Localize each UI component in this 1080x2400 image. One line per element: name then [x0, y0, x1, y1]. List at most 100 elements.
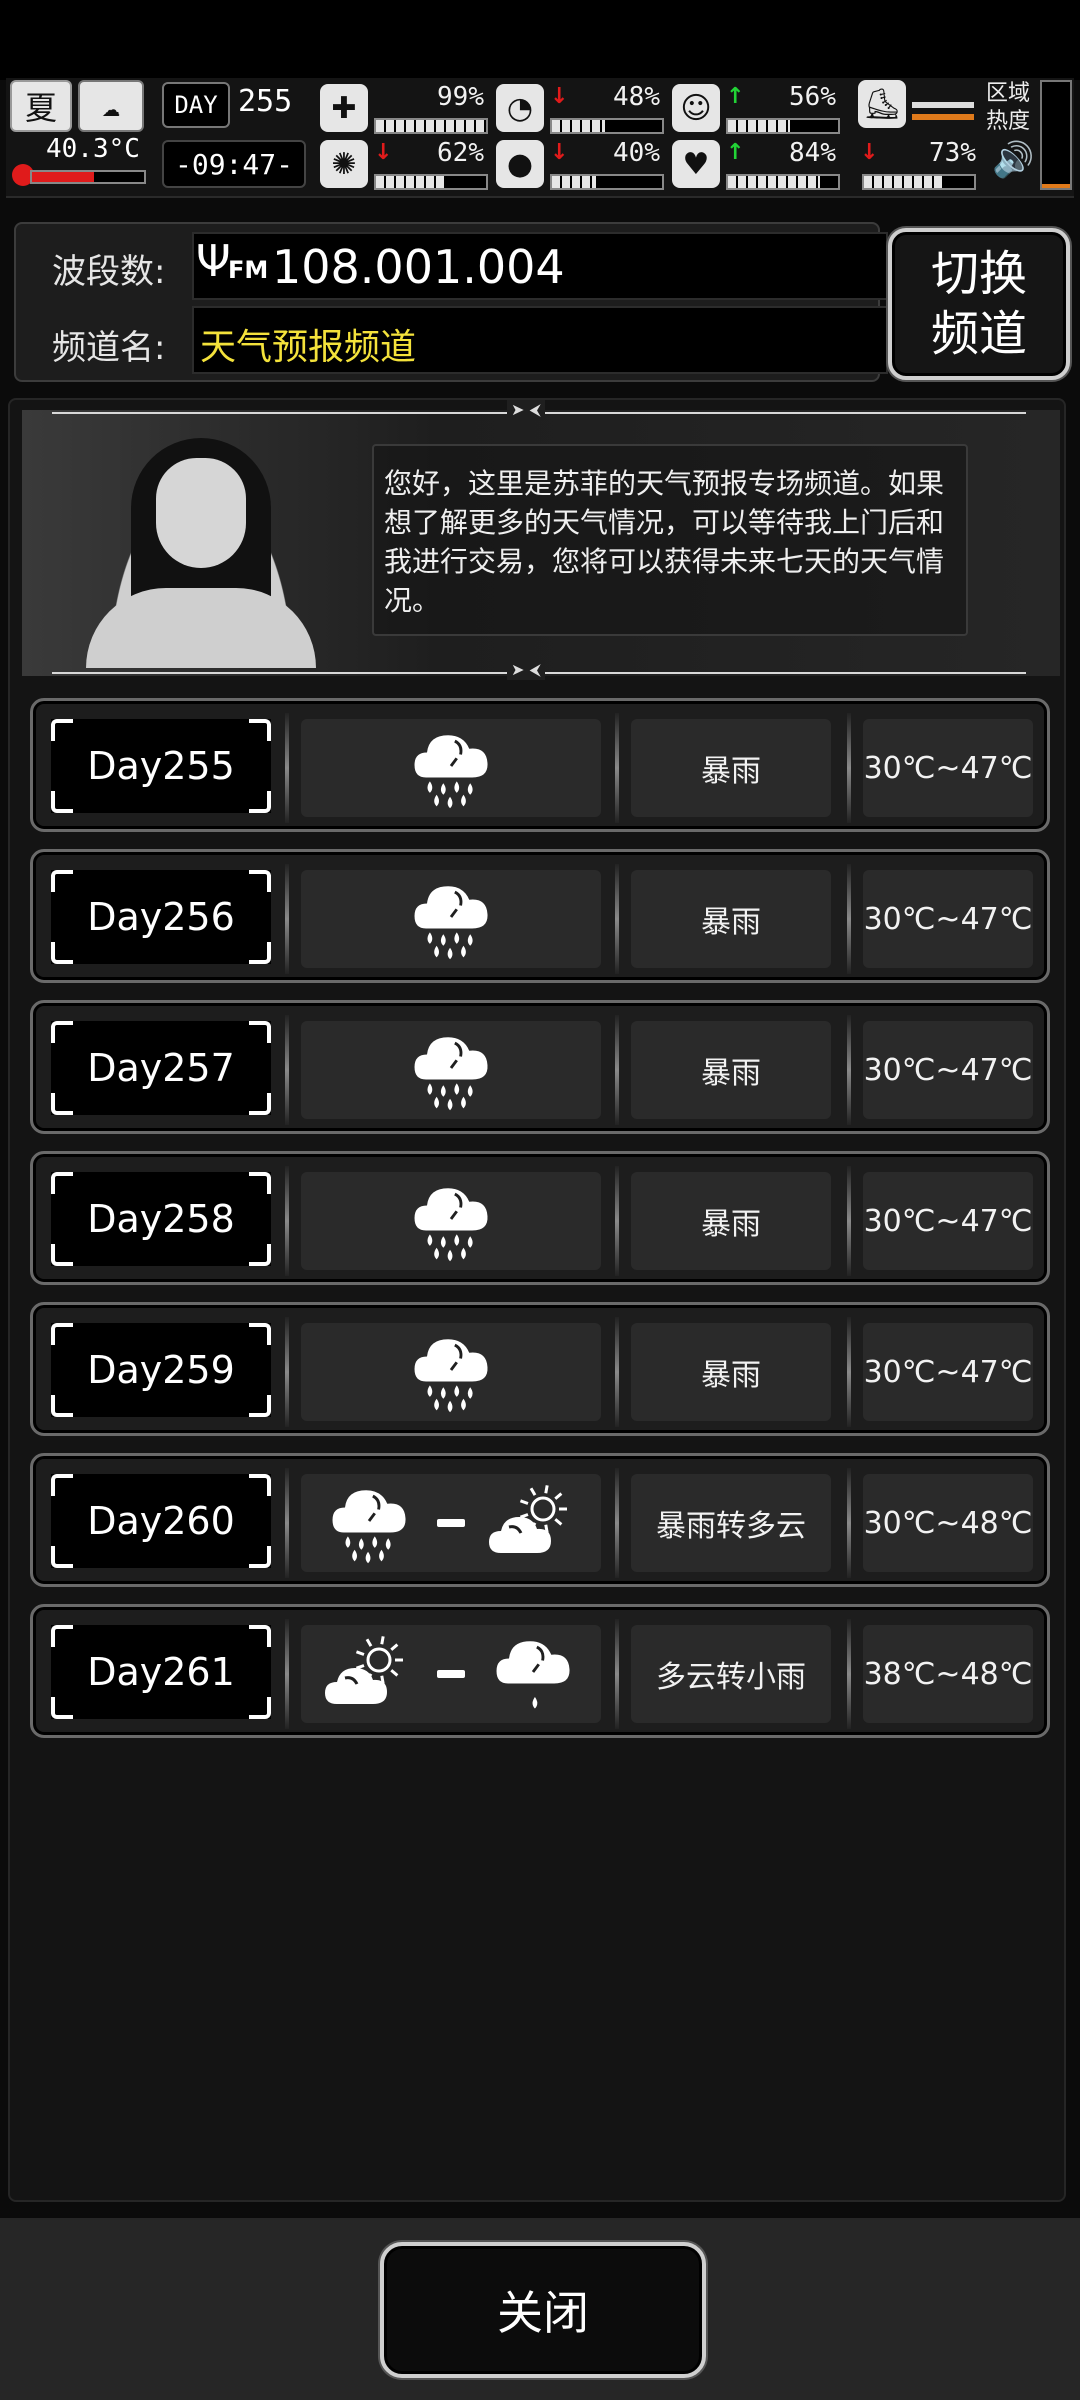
- stat-health-bar: [374, 118, 488, 134]
- forecast-temperature: 30℃~47℃: [863, 719, 1033, 817]
- stat-thirst-value: 40%: [613, 138, 660, 168]
- forecast-day: Day256: [51, 870, 271, 964]
- heavy-rain-icon: [405, 1020, 497, 1120]
- transition-dash: [437, 1670, 465, 1678]
- forecast-description: 暴雨: [631, 719, 831, 817]
- stat-mood: ☺ ↑ 56%: [672, 82, 842, 136]
- forecast-row: Day255 暴雨 30℃~47℃: [30, 698, 1050, 832]
- forecast-temperature: 30℃~47℃: [863, 1021, 1033, 1119]
- medkit-icon: ✚: [320, 84, 368, 132]
- system-status-bar: [0, 0, 1080, 80]
- stat-heart-value: 84%: [789, 138, 836, 168]
- forecast-day: Day261: [51, 1625, 271, 1719]
- boot-icon: ⛸: [858, 80, 906, 128]
- stat-sanity: ✺ ↓ 62%: [320, 138, 490, 192]
- switch-channel-label-2: 频道: [930, 306, 1027, 362]
- stat-stamina-value: 73%: [929, 138, 976, 168]
- forecast-row: Day257 暴雨 30℃~47℃: [30, 1000, 1050, 1134]
- forecast-description: 暴雨: [631, 1172, 831, 1270]
- channel-name: 天气预报频道: [200, 327, 417, 368]
- forecast-description: 多云转小雨: [631, 1625, 831, 1723]
- speaker-icon[interactable]: 🔊: [992, 140, 1034, 180]
- partly-cloudy-icon: [323, 1632, 415, 1716]
- game-clock: -09:47-: [162, 140, 306, 188]
- area-heat-label: 区域 热度: [986, 80, 1030, 136]
- trend-down-icon: ↓: [550, 84, 569, 109]
- heavy-rain-icon: [405, 1171, 497, 1271]
- heavy-rain-icon: [405, 1322, 497, 1422]
- stat-thirst-bar: [550, 174, 664, 190]
- brain-icon: ✺: [320, 140, 368, 188]
- stat-hunger-bar: [550, 118, 664, 134]
- forecast-day-label: Day257: [87, 1046, 235, 1090]
- trend-down-icon: ↓: [860, 140, 879, 165]
- area-heat-label-line2: 热度: [986, 109, 1031, 134]
- forecast-day-label: Day256: [87, 895, 235, 939]
- stat-sanity-value: 62%: [437, 138, 484, 168]
- stat-stamina: ↓ 73%: [852, 138, 982, 192]
- forecast-weather-icons: [301, 1172, 601, 1270]
- forecast-temperature: 30℃~47℃: [863, 1323, 1033, 1421]
- forecast-description: 暴雨: [631, 1323, 831, 1421]
- stat-hunger: ◔ ↓ 48%: [496, 82, 666, 136]
- trend-up-icon: ↑: [726, 84, 745, 109]
- forecast-description: 暴雨: [631, 1021, 831, 1119]
- stomach-icon: ◔: [496, 84, 544, 132]
- close-label: 关闭: [497, 2286, 589, 2340]
- forecast-weather-icons: [301, 1474, 601, 1572]
- forecast-row: Day258 暴雨 30℃~47℃: [30, 1151, 1050, 1285]
- forecast-day-label: Day261: [87, 1650, 235, 1694]
- stamina-bars: [912, 102, 974, 124]
- channel-display: 天气预报频道: [192, 306, 888, 374]
- forecast-day: Day259: [51, 1323, 271, 1417]
- forecast-description: 暴雨转多云: [631, 1474, 831, 1572]
- stat-sanity-bar: [374, 174, 488, 190]
- forecast-day-label: Day260: [87, 1499, 235, 1543]
- forecast-temperature: 30℃~47℃: [863, 1172, 1033, 1270]
- light-rain-icon: [487, 1624, 579, 1724]
- temperature-bar: [30, 170, 146, 184]
- survival-hud: 夏 ☁ 40.3°C DAY 255 -09:47- ✚ 99% ◔ ↓ 48%…: [6, 78, 1074, 198]
- stat-mood-bar: [726, 118, 840, 134]
- transition-dash: [437, 1519, 465, 1527]
- fm-label: FM: [228, 256, 269, 284]
- forecast-day: Day257: [51, 1021, 271, 1115]
- day-label: DAY: [162, 82, 230, 128]
- heavy-rain-icon: [323, 1473, 415, 1573]
- forecast-weather-icons: [301, 719, 601, 817]
- forecast-weather-icons: [301, 870, 601, 968]
- forecast-row: Day261 多云转小雨 38℃~48℃: [30, 1604, 1050, 1738]
- forecast-description: 暴雨: [631, 870, 831, 968]
- forecast-row: Day256 暴雨 30℃~47℃: [30, 849, 1050, 983]
- trend-up-icon: ↑: [726, 140, 745, 165]
- season-label: 夏: [24, 89, 57, 127]
- forecast-temperature: 38℃~48℃: [863, 1625, 1033, 1723]
- radio-frequency-panel: 波段数: Ψ FM 108.001.004 频道名: 天气预报频道: [14, 222, 888, 382]
- forecast-day-label: Day259: [87, 1348, 235, 1392]
- forecast-weather-icons: [301, 1323, 601, 1421]
- banner-top-divider: [52, 400, 1026, 420]
- forecast-temperature: 30℃~48℃: [863, 1474, 1033, 1572]
- stat-health-value: 99%: [437, 82, 484, 112]
- close-button[interactable]: 关闭: [380, 2242, 706, 2378]
- area-heat-meter: [1040, 80, 1072, 190]
- antenna-icon: Ψ: [196, 236, 231, 287]
- stat-hunger-value: 48%: [613, 82, 660, 112]
- trend-down-icon: ↓: [550, 140, 569, 165]
- partly-cloudy-icon: [487, 1481, 579, 1565]
- switch-channel-button[interactable]: 切换 频道: [888, 228, 1070, 380]
- cloud-weather-icon: ☁: [78, 80, 144, 132]
- forecast-day: Day260: [51, 1474, 271, 1568]
- forecast-row: Day259 暴雨 30℃~47℃: [30, 1302, 1050, 1436]
- area-heat-label-line1: 区域: [986, 81, 1031, 106]
- frequency-display: Ψ FM 108.001.004: [192, 232, 888, 300]
- stat-heart-bar: [726, 174, 840, 190]
- forecast-weather-icons: [301, 1021, 601, 1119]
- season-badge: 夏: [10, 80, 72, 132]
- forecast-day-label: Day258: [87, 1197, 235, 1241]
- heavy-rain-icon: [405, 869, 497, 969]
- forecast-weather-icons: [301, 1625, 601, 1723]
- day-counter: 255: [238, 84, 293, 119]
- frequency-label: 波段数:: [52, 252, 166, 292]
- stat-health: ✚ 99%: [320, 82, 490, 136]
